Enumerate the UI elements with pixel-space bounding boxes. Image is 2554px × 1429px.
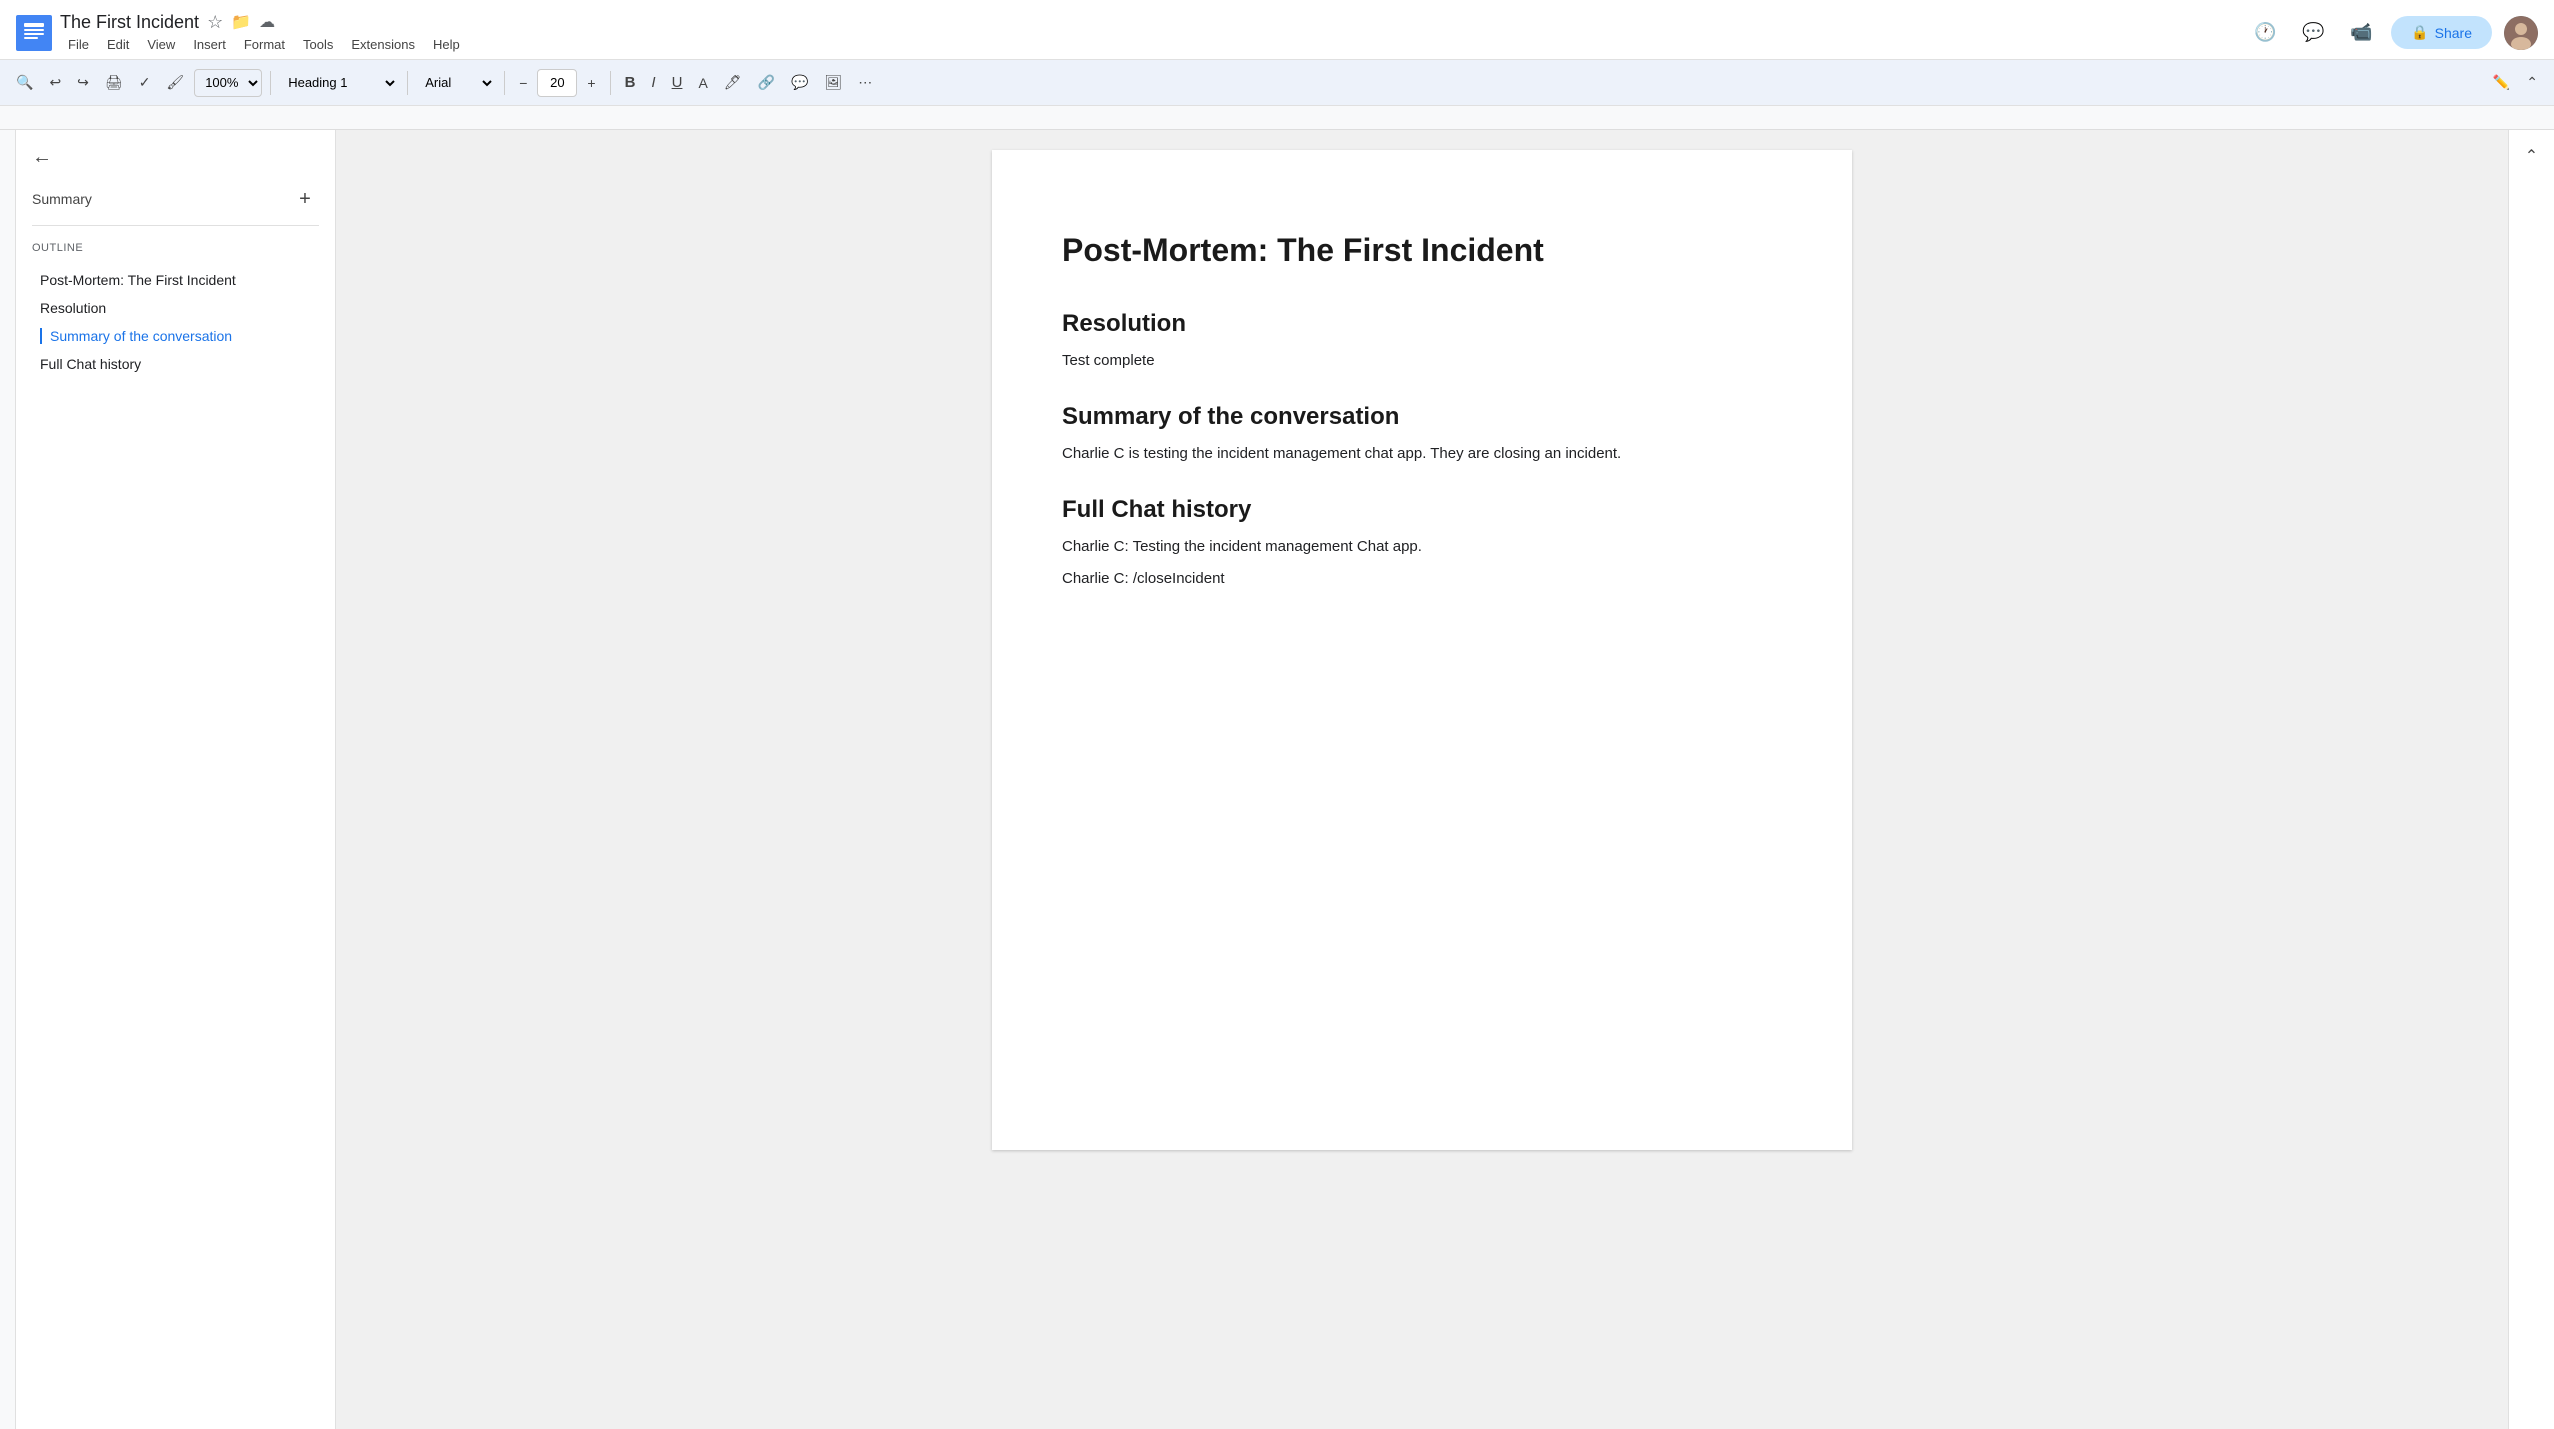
menu-file[interactable]: File: [60, 35, 97, 54]
spellcheck-btn[interactable]: ✓: [133, 67, 157, 99]
section-heading-1: Summary of the conversation: [1062, 401, 1782, 432]
bold-btn[interactable]: B: [619, 67, 642, 99]
outline-items: Post-Mortem: The First Incident Resoluti…: [32, 266, 319, 378]
docs-icon: [16, 15, 52, 51]
image-btn[interactable]: 🖼: [818, 67, 848, 99]
summary-label: Summary: [32, 191, 92, 207]
collapse-sidebar-btn[interactable]: ⌃: [2514, 138, 2550, 174]
menu-extensions[interactable]: Extensions: [343, 35, 423, 54]
meet-icon[interactable]: 📹: [2343, 15, 2379, 51]
history-icon[interactable]: 🕐: [2247, 15, 2283, 51]
horizontal-ruler: [0, 106, 2554, 130]
document-page: Post-Mortem: The First Incident Resoluti…: [992, 150, 1852, 1150]
comment-btn[interactable]: 💬: [785, 67, 814, 99]
section-body-0-0: Test complete: [1062, 349, 1782, 373]
star-icon[interactable]: ☆: [207, 12, 223, 33]
avatar[interactable]: [2504, 16, 2538, 50]
more-btn[interactable]: ⋯: [852, 67, 878, 99]
zoom-select[interactable]: 100%: [194, 69, 262, 97]
italic-btn[interactable]: I: [645, 67, 661, 99]
section-body-1-0: Charlie C is testing the incident manage…: [1062, 442, 1782, 466]
outline-item-0[interactable]: Post-Mortem: The First Incident: [32, 266, 319, 294]
outline-item-3[interactable]: Full Chat history: [32, 350, 319, 378]
sidebar-divider: [32, 225, 319, 226]
font-size-input[interactable]: [537, 69, 577, 97]
outline-item-2[interactable]: Summary of the conversation: [32, 322, 319, 350]
menu-tools[interactable]: Tools: [295, 35, 341, 54]
lock-icon: 🔒: [2411, 24, 2428, 41]
redo-btn[interactable]: ↪: [71, 67, 95, 99]
summary-section: Summary +: [32, 185, 319, 213]
menu-insert[interactable]: Insert: [185, 35, 234, 54]
menu-help[interactable]: Help: [425, 35, 468, 54]
sidebar: ← Summary + Outline Post-Mortem: The Fir…: [16, 130, 336, 1429]
menu-format[interactable]: Format: [236, 35, 293, 54]
document-area[interactable]: Post-Mortem: The First Incident Resoluti…: [336, 130, 2508, 1429]
outline-item-label-3: Full Chat history: [40, 356, 141, 372]
highlight-btn[interactable]: 🖊: [718, 67, 748, 99]
paintformat-btn[interactable]: 🖌: [160, 67, 190, 99]
font-size-decrease-btn[interactable]: −: [513, 67, 533, 99]
collapse-btn[interactable]: ⌃: [2520, 67, 2544, 99]
toolbar: 🔍 ↩ ↪ 🖨 ✓ 🖌 100% Heading 1 Arial − + B I…: [0, 60, 2554, 106]
section-body-2-0: Charlie C: Testing the incident manageme…: [1062, 535, 1782, 559]
outline-label: Outline: [32, 242, 319, 254]
document-title[interactable]: The First Incident: [60, 12, 199, 33]
doc-main-title: Post-Mortem: The First Incident: [1062, 230, 1782, 272]
section-body-2-1: Charlie C: /closeIncident: [1062, 567, 1782, 591]
title-bar-right: 🕐 💬 📹 🔒 Share: [2247, 15, 2538, 51]
print-btn[interactable]: 🖨: [99, 67, 129, 99]
section-heading-2: Full Chat history: [1062, 494, 1782, 525]
menu-edit[interactable]: Edit: [99, 35, 137, 54]
menu-bar: File Edit View Insert Format Tools Exten…: [60, 35, 468, 54]
folder-icon[interactable]: 📁: [231, 12, 251, 32]
separator-4: [610, 71, 611, 95]
text-color-btn[interactable]: A: [692, 67, 713, 99]
search-btn[interactable]: 🔍: [10, 67, 39, 99]
separator-3: [504, 71, 505, 95]
separator-2: [407, 71, 408, 95]
outline-item-1[interactable]: Resolution: [32, 294, 319, 322]
back-arrow-icon: ←: [32, 146, 52, 169]
title-info: The First Incident ☆ 📁 ☁ File Edit View …: [60, 12, 468, 54]
edit-mode-btn[interactable]: ✏️: [2487, 67, 2516, 99]
title-bar-left: The First Incident ☆ 📁 ☁ File Edit View …: [16, 12, 2247, 54]
cloud-icon[interactable]: ☁: [259, 12, 275, 32]
section-heading-0: Resolution: [1062, 308, 1782, 339]
main-area: ← Summary + Outline Post-Mortem: The Fir…: [0, 130, 2554, 1429]
share-button[interactable]: 🔒 Share: [2391, 16, 2492, 49]
link-btn[interactable]: 🔗: [752, 67, 781, 99]
menu-view[interactable]: View: [139, 35, 183, 54]
outline-item-label-0: Post-Mortem: The First Incident: [40, 272, 236, 288]
underline-btn[interactable]: U: [666, 67, 689, 99]
title-bar: The First Incident ☆ 📁 ☁ File Edit View …: [0, 0, 2554, 60]
font-select[interactable]: Arial: [416, 69, 496, 97]
undo-btn[interactable]: ↩: [43, 67, 67, 99]
font-size-increase-btn[interactable]: +: [581, 67, 601, 99]
separator-1: [270, 71, 271, 95]
comments-icon[interactable]: 💬: [2295, 15, 2331, 51]
outline-item-label-1: Resolution: [40, 300, 106, 316]
right-panel: ⌃: [2508, 130, 2554, 1429]
share-label: Share: [2435, 25, 2472, 41]
left-ruler: [0, 130, 16, 1429]
outline-item-label-2: Summary of the conversation: [50, 328, 232, 344]
style-select[interactable]: Heading 1: [279, 69, 399, 97]
add-summary-btn[interactable]: +: [291, 185, 319, 213]
active-indicator: [40, 328, 42, 344]
back-btn[interactable]: ←: [32, 146, 319, 169]
